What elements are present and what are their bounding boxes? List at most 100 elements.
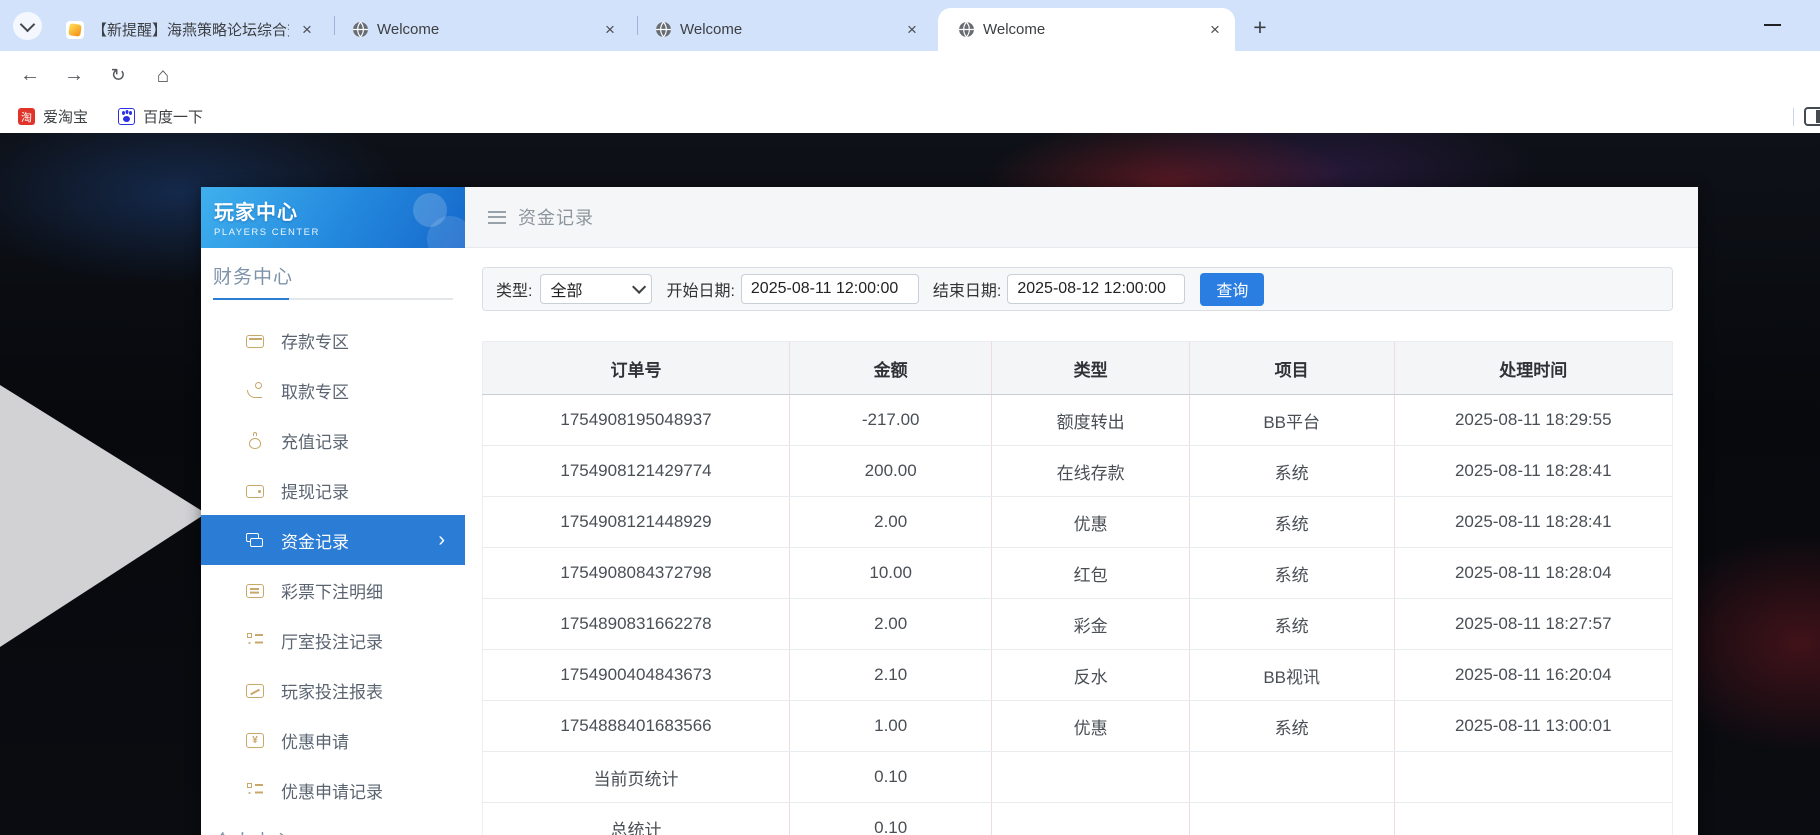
cell-process-time: 2025-08-11 18:28:41 (1393, 496, 1673, 548)
sidebar-item-promo-apply[interactable]: 优惠申请 (201, 715, 465, 765)
sidebar-item-label: 玩家投注报表 (281, 682, 383, 702)
cell-amount: 2.00 (789, 598, 992, 650)
cell-empty (991, 751, 1190, 803)
col-order-id: 订单号 (482, 341, 790, 395)
cell-order-id: 1754908121429774 (482, 445, 790, 497)
cell-amount: 1.00 (789, 700, 992, 752)
tab-title: 【新提醒】海燕策略论坛综合交 (92, 22, 289, 39)
cell-type: 优惠 (991, 700, 1190, 752)
chevron-down-icon (19, 16, 36, 32)
cell-type: 红包 (991, 547, 1190, 599)
cell-summary-label: 当前页统计 (482, 751, 790, 803)
new-tab-button[interactable]: + (1246, 13, 1274, 41)
sidebar-item-hall-bet-record[interactable]: 厅室投注记录 (201, 615, 465, 665)
table-header-row: 订单号 金额 类型 项目 处理时间 (482, 341, 1673, 395)
tab-forum[interactable]: 【新提醒】海燕策略论坛综合交 × (56, 8, 327, 51)
cell-type: 在线存款 (991, 445, 1190, 497)
sidebar-item-player-bet-report[interactable]: 玩家投注报表 (201, 665, 465, 715)
section-title-finance: 财务中心 (213, 267, 294, 288)
cell-type: 额度转出 (991, 394, 1190, 446)
cell-type: 反水 (991, 649, 1190, 701)
cell-project: 系统 (1188, 700, 1395, 752)
table-row: 1754908121429774 200.00 在线存款 系统 2025-08-… (482, 445, 1673, 497)
cell-order-id: 1754888401683566 (482, 700, 790, 752)
cell-project: BB视讯 (1188, 649, 1395, 701)
close-tab-icon[interactable]: × (1205, 20, 1225, 40)
sidebar-item-label: 优惠申请记录 (281, 782, 383, 802)
bookmark-baidu[interactable]: 百度一下 (118, 106, 203, 127)
hamburger-icon[interactable] (488, 210, 506, 224)
sidebar-item-deposit-zone[interactable]: 存款专区 (201, 315, 465, 365)
end-date-input[interactable] (1007, 274, 1186, 304)
banknotes-icon (246, 532, 264, 549)
cell-order-id: 1754908195048937 (482, 394, 790, 446)
money-bag-icon (246, 431, 264, 449)
cell-process-time: 2025-08-11 18:29:55 (1393, 394, 1673, 446)
side-panel-icon[interactable] (1804, 107, 1820, 126)
withdraw-hand-icon (246, 381, 264, 399)
tab-title: Welcome (680, 21, 743, 38)
sidebar: 玩家中心 PLAYERS CENTER 财务中心 存款专区 取款专区 充值记录 … (201, 187, 465, 835)
sidebar-menu: 存款专区 取款专区 充值记录 提现记录 资金记录 › 彩票下注明细 厅室投注记录… (201, 315, 465, 815)
chart-icon (246, 683, 264, 698)
type-select[interactable]: 全部 (540, 274, 653, 304)
back-icon[interactable] (13, 51, 47, 100)
forum-favicon-icon (66, 20, 84, 39)
minimize-window-icon[interactable] (1764, 24, 1781, 26)
cell-empty (1188, 802, 1395, 835)
content-header: 资金记录 (465, 187, 1698, 248)
forward-icon[interactable] (57, 51, 91, 100)
grid-list-icon (246, 632, 264, 649)
cell-project: 系统 (1188, 598, 1395, 650)
grid-list-icon (246, 782, 264, 799)
reload-icon[interactable] (101, 51, 135, 100)
home-icon[interactable] (146, 51, 180, 100)
cell-empty (1188, 751, 1395, 803)
sidebar-item-withdrawal-record[interactable]: 提现记录 (201, 465, 465, 515)
tab-welcome-1[interactable]: Welcome × (342, 8, 630, 51)
browser-window: 【新提醒】海燕策略论坛综合交 × Welcome × Welcome × Wel… (0, 0, 1820, 835)
page-background: 玩家中心 PLAYERS CENTER 财务中心 存款专区 取款专区 充值记录 … (0, 133, 1820, 835)
start-date-input[interactable] (740, 274, 919, 304)
globe-icon (353, 21, 368, 38)
sidebar-item-lottery-bet-detail[interactable]: 彩票下注明细 (201, 565, 465, 615)
sidebar-item-recharge-record[interactable]: 充值记录 (201, 415, 465, 465)
coupon-icon (246, 732, 264, 748)
table-row: 1754908121448929 2.00 优惠 系统 2025-08-11 1… (482, 496, 1673, 548)
close-tab-icon[interactable]: × (600, 20, 620, 40)
tab-strip: 【新提醒】海燕策略论坛综合交 × Welcome × Welcome × Wel… (0, 0, 1820, 51)
players-center-subtitle: PLAYERS CENTER (214, 227, 320, 238)
search-button[interactable]: 查询 (1200, 272, 1265, 306)
section-title-partial: 个人中心 (213, 827, 453, 835)
cell-process-time: 2025-08-11 16:20:04 (1393, 649, 1673, 701)
sidebar-header: 玩家中心 PLAYERS CENTER (201, 187, 465, 248)
tab-search-button[interactable] (13, 12, 42, 40)
tab-welcome-2[interactable]: Welcome × (645, 8, 932, 51)
col-amount: 金额 (789, 341, 992, 395)
close-tab-icon[interactable]: × (902, 20, 922, 40)
sidebar-item-funds-record[interactable]: 资金记录 › (201, 515, 465, 565)
user-center-panel: 玩家中心 PLAYERS CENTER 财务中心 存款专区 取款专区 充值记录 … (201, 187, 1698, 835)
cell-amount: 200.00 (789, 445, 992, 497)
taobao-icon: 淘 (18, 108, 35, 125)
background-triangle (0, 385, 206, 647)
sidebar-item-label: 彩票下注明细 (281, 582, 383, 602)
tab-welcome-active[interactable]: Welcome × (938, 8, 1235, 51)
bookmark-taobao[interactable]: 淘 爱淘宝 (18, 106, 88, 127)
cell-amount: 2.10 (789, 649, 992, 701)
list-icon (246, 583, 264, 598)
tab-separator (334, 16, 335, 35)
sidebar-item-promo-apply-record[interactable]: 优惠申请记录 (201, 765, 465, 815)
bookmarks-separator (1793, 108, 1794, 126)
cell-project: BB平台 (1188, 394, 1395, 446)
sidebar-item-withdraw-zone[interactable]: 取款专区 (201, 365, 465, 415)
table-row: 1754890831662278 2.00 彩金 系统 2025-08-11 1… (482, 598, 1673, 650)
start-date-label: 开始日期: (666, 283, 735, 300)
table-row: 1754908084372798 10.00 红包 系统 2025-08-11 … (482, 547, 1673, 599)
cell-amount: 10.00 (789, 547, 992, 599)
table-row-total-summary: 总统计 0.10 (482, 802, 1673, 835)
wallet-icon (246, 484, 264, 498)
sidebar-item-label: 存款专区 (281, 332, 349, 352)
close-tab-icon[interactable]: × (297, 20, 317, 40)
col-type: 类型 (991, 341, 1190, 395)
